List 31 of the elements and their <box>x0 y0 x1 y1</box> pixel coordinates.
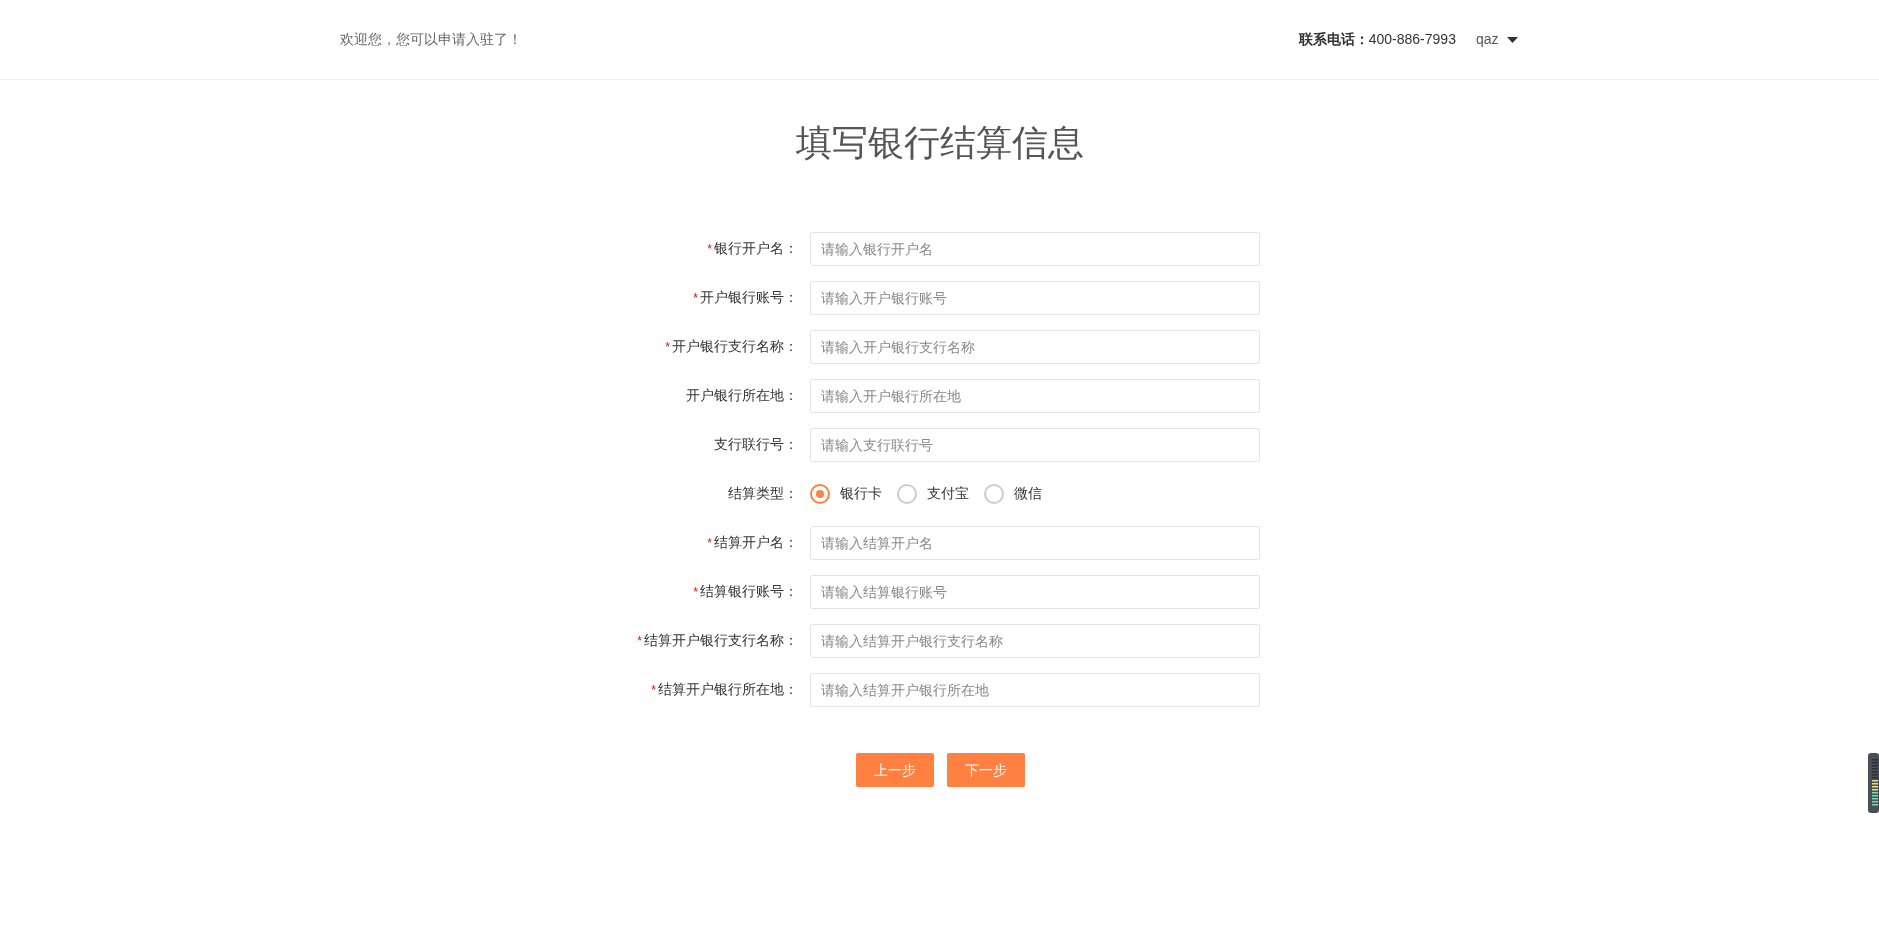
phone-text: 联系电话：400-886-7993 <box>1298 30 1456 49</box>
caret-icon <box>1506 36 1518 43</box>
text-input[interactable]: 请输入结算开户银行支行名称 <box>810 623 1260 658</box>
text-input[interactable]: 请输入结算开户银行所在地 <box>810 672 1260 707</box>
field-label: *开户银行支行名称： <box>664 337 799 356</box>
text-input[interactable]: 请输入结算银行账号 <box>810 574 1260 609</box>
user-menu[interactable]: qaz <box>1475 29 1518 50</box>
text-input[interactable]: 请输入支行联行号 <box>810 427 1260 462</box>
radio-button[interactable] <box>984 483 1004 504</box>
field-label: *银行开户名： <box>706 239 799 258</box>
radio-button[interactable] <box>897 483 917 504</box>
field-label: *结算开户银行支行名称： <box>636 631 799 650</box>
field-label: 结算类型： <box>727 484 799 503</box>
level-meter-icon <box>1868 753 1879 813</box>
field-label: *开户银行账号： <box>692 288 799 307</box>
field-label: 支行联行号： <box>713 435 799 454</box>
field-label: *结算银行账号： <box>692 582 799 601</box>
text-input[interactable]: 请输入开户银行账号 <box>810 280 1260 315</box>
page-title: 填写银行结算信息 <box>794 121 1085 165</box>
text-input[interactable]: 请输入银行开户名 <box>810 231 1260 266</box>
welcome-text: 欢迎您，您可以申请入驻了！ <box>339 30 522 49</box>
field-label: *结算开户名： <box>706 533 799 552</box>
radio-option[interactable]: 银行卡 <box>810 483 882 504</box>
text-input[interactable]: 请输入开户银行支行名称 <box>810 329 1260 364</box>
radio-option[interactable]: 支付宝 <box>897 483 969 504</box>
text-input[interactable]: 请输入开户银行所在地 <box>810 378 1260 413</box>
field-label: *结算开户银行所在地： <box>650 680 799 699</box>
field-label: 开户银行所在地： <box>685 386 799 405</box>
radio-option[interactable]: 微信 <box>984 483 1042 504</box>
text-input[interactable]: 请输入结算开户名 <box>810 525 1260 560</box>
radio-button[interactable] <box>810 483 830 504</box>
